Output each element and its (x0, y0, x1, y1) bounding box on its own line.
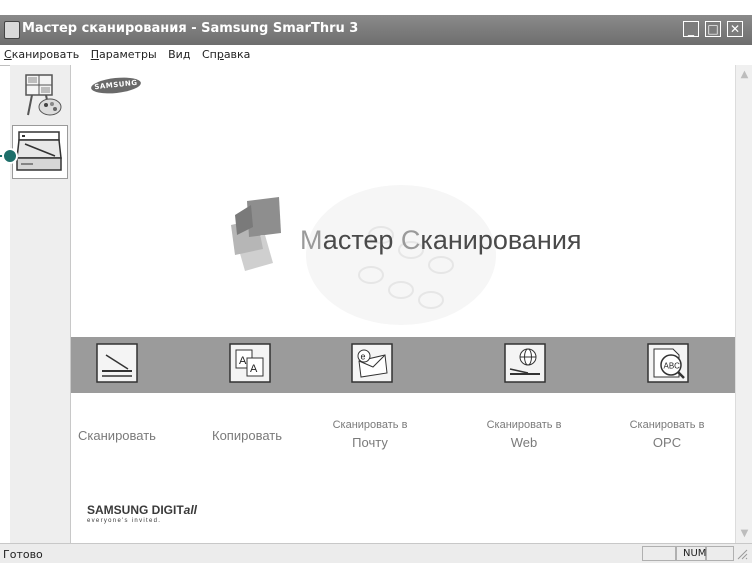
copy-button[interactable]: A A (229, 343, 271, 383)
resize-grip-icon[interactable] (736, 548, 748, 560)
scroll-up-icon[interactable]: ▲ (739, 69, 750, 80)
samsung-logo: SAMSUNG (90, 75, 142, 96)
stacked-pages-icon (231, 197, 281, 271)
status-bar: Готово NUM (0, 543, 752, 563)
menu-help[interactable]: Справка (198, 45, 254, 61)
wizard-content: SAMSUNG Мастер Сканирования A A e ABC Ск… (71, 65, 735, 543)
scan-label[interactable]: Сканировать (71, 428, 163, 443)
copy-icon: A A (229, 343, 271, 383)
close-button[interactable]: ✕ (727, 21, 743, 37)
callout-marker (2, 148, 18, 164)
scan-to-web-label[interactable]: Сканировать в Web (469, 418, 579, 450)
wizard-title: Мастер Сканирования (300, 225, 582, 255)
status-panel-empty (642, 546, 676, 561)
tool-sidebar (10, 65, 71, 543)
window-title: Мастер сканирования - Samsung SmarThru 3 (22, 21, 359, 36)
scan-to-email-button[interactable]: e (351, 343, 393, 383)
scan-to-web-button[interactable] (504, 343, 546, 383)
copy-label[interactable]: Копировать (201, 428, 293, 443)
scan-to-ocr-icon: ABC (647, 343, 689, 383)
scan-button[interactable] (96, 343, 138, 383)
samsung-digitall-logo: SAMSUNG DIGITall everyone's invited. (87, 503, 198, 524)
scan-to-email-label[interactable]: Сканировать в Почту (315, 418, 425, 450)
scanner-icon (16, 131, 62, 171)
status-panel-empty-2 (706, 546, 734, 561)
scan-to-web-icon (504, 343, 546, 383)
image-manager-icon (25, 74, 62, 116)
menu-view[interactable]: Вид (164, 45, 194, 61)
vertical-scrollbar[interactable]: ▲ ▼ (735, 65, 752, 543)
app-icon[interactable] (4, 21, 20, 39)
svg-text:A: A (250, 363, 258, 375)
svg-text:e: e (361, 352, 366, 362)
maximize-button[interactable]: □ (705, 21, 721, 37)
digitall-tagline: everyone's invited. (87, 518, 162, 524)
title-bar: Мастер сканирования - Samsung SmarThru 3… (0, 15, 752, 45)
status-panel-num: NUM (676, 546, 706, 561)
scan-to-email-icon: e (351, 343, 393, 383)
functions-band (71, 337, 735, 393)
scan-to-ocr-button[interactable]: ABC (647, 343, 689, 383)
scanner-tool[interactable] (12, 125, 68, 179)
svg-text:A: A (239, 355, 247, 367)
status-text: Готово (3, 548, 43, 561)
svg-text:ABC: ABC (664, 362, 681, 371)
scan-to-ocr-label[interactable]: Сканировать в OPC (612, 418, 722, 450)
menu-bar: Сканировать Параметры Вид Справка (0, 45, 752, 66)
minimize-button[interactable]: _ (683, 21, 699, 37)
scroll-down-icon[interactable]: ▼ (739, 528, 750, 539)
menu-scan[interactable]: Сканировать (0, 45, 83, 61)
scan-icon (96, 343, 138, 383)
image-manager-tool[interactable] (12, 67, 68, 121)
menu-parameters[interactable]: Параметры (87, 45, 161, 61)
